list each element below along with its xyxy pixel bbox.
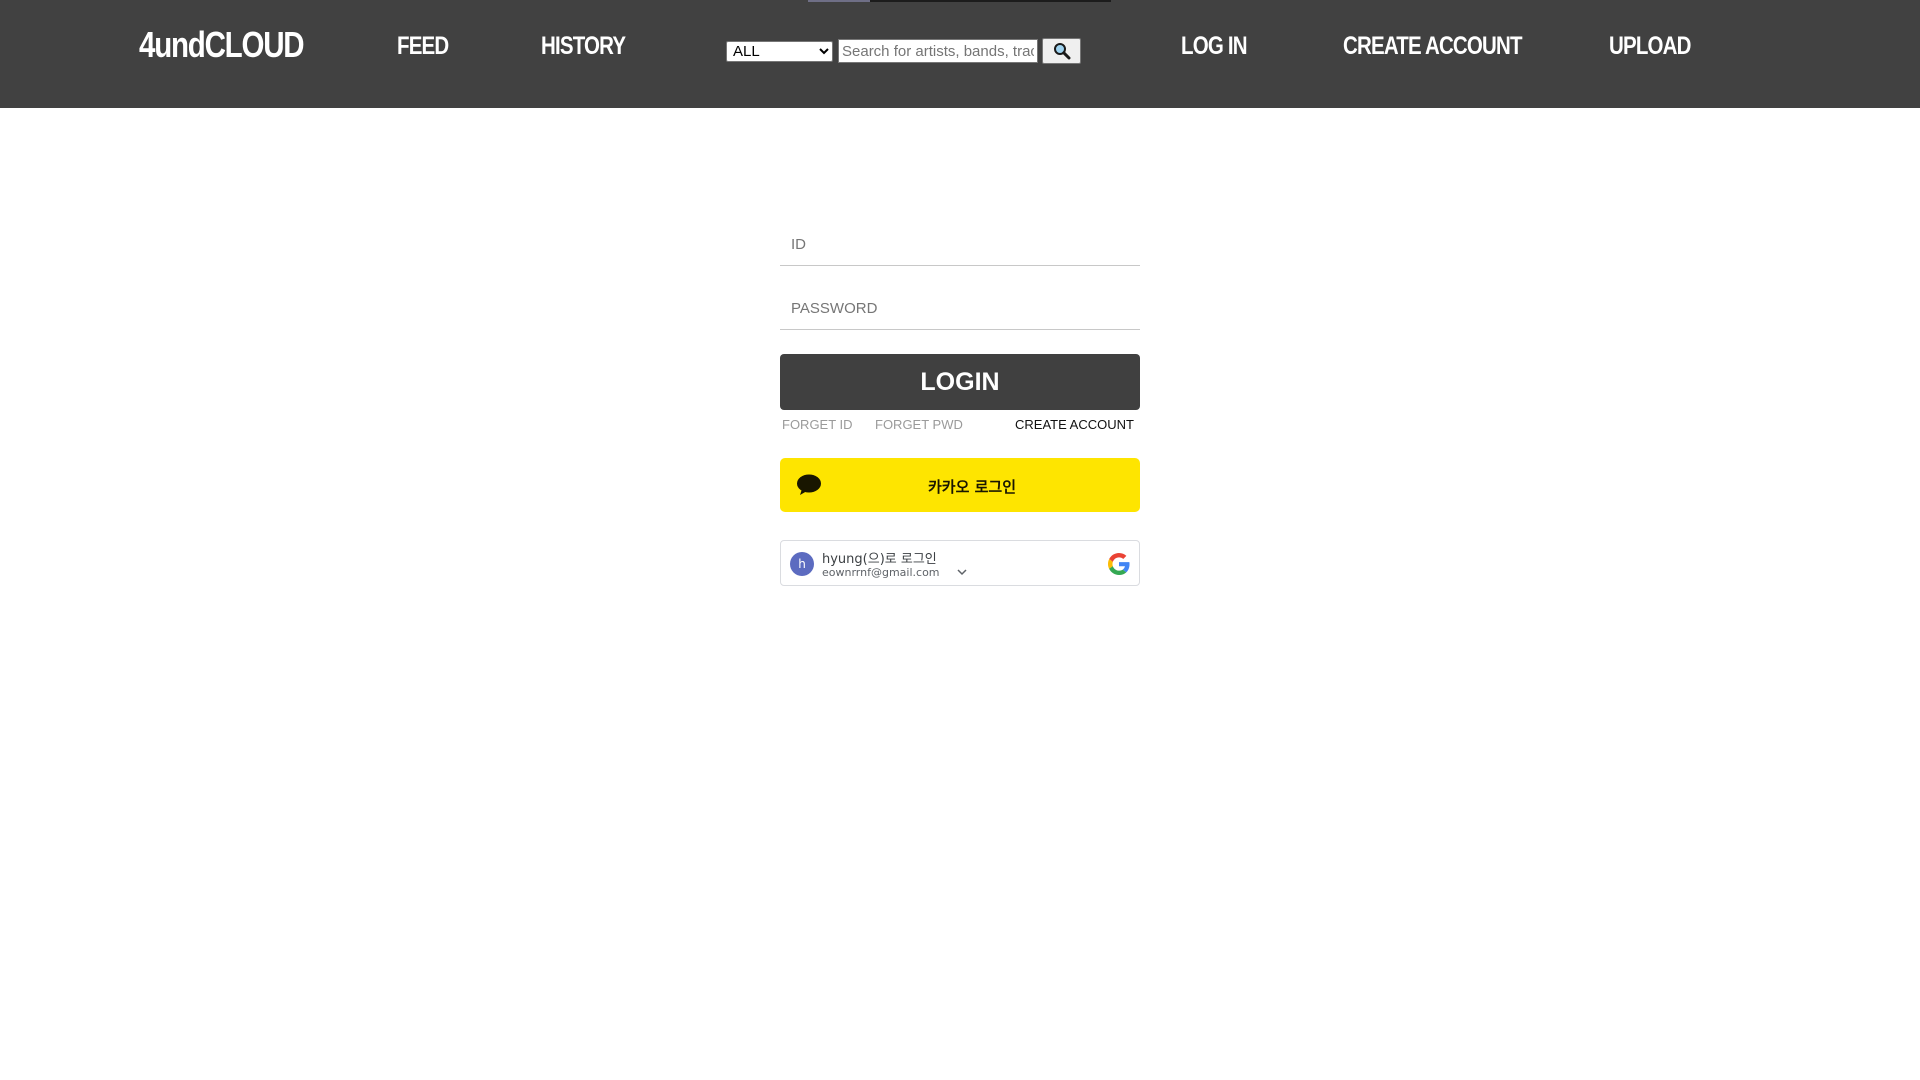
top-navigation-bar: 4undCLOUD FEED HISTORY ALL LOG IN CREATE…: [0, 0, 1920, 108]
search-filter-select[interactable]: ALL: [726, 41, 833, 62]
chevron-down-icon[interactable]: [957, 568, 967, 576]
google-account-email: eownrrnf@gmail.com: [822, 566, 940, 579]
nav-create-account-link[interactable]: CREATE ACCOUNT: [1343, 32, 1523, 61]
google-login-button[interactable]: h hyung(으)로 로그인 eownrrnf@gmail.com: [780, 540, 1140, 586]
nav-log-in-link[interactable]: LOG IN: [1181, 32, 1248, 61]
kakao-login-label: 카카오 로그인: [927, 478, 1017, 496]
forget-pwd-link[interactable]: FORGET PWD: [875, 417, 963, 432]
google-g-icon: [1108, 553, 1130, 575]
google-account-name: hyung(으)로 로그인: [822, 552, 937, 567]
nav-history-link[interactable]: HISTORY: [541, 32, 626, 61]
search-button[interactable]: [1042, 38, 1081, 64]
login-button[interactable]: LOGIN: [780, 354, 1140, 410]
top-accent-tab: [808, 0, 870, 2]
password-input[interactable]: [780, 288, 1140, 330]
kakao-login-button[interactable]: 카카오 로그인: [780, 458, 1140, 512]
search-input[interactable]: [838, 39, 1038, 63]
brand-logo-link[interactable]: 4undCLOUD: [139, 24, 305, 66]
magnifier-icon: [1053, 43, 1070, 60]
nav-feed-link[interactable]: FEED: [397, 32, 449, 61]
id-input[interactable]: [780, 224, 1140, 266]
avatar: h: [790, 552, 814, 576]
nav-upload-link[interactable]: UPLOAD: [1609, 32, 1691, 61]
create-account-link[interactable]: CREATE ACCOUNT: [1015, 417, 1134, 432]
forget-id-link[interactable]: FORGET ID: [782, 417, 853, 432]
